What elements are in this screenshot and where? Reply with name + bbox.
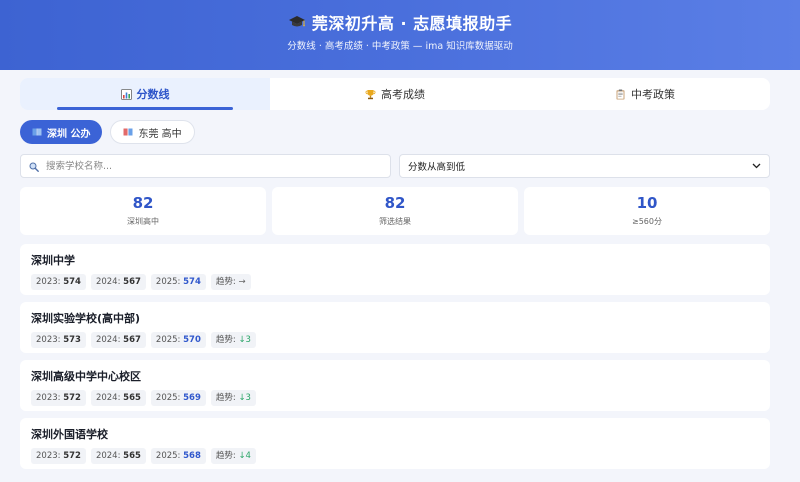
search-icon [29, 157, 39, 176]
score-chip-2025: 2025: 570 [150, 332, 206, 348]
stat-high-score-count: 10 ≥560分 [524, 187, 770, 235]
stat-label: 筛选结果 [379, 217, 411, 226]
tab-gaokao-results[interactable]: 高考成绩 [270, 78, 520, 110]
graduation-cap-icon [288, 15, 306, 29]
app-header: 莞深初升高 · 志愿填报助手 分数线 · 高考成绩 · 中考政策 — ima 知… [0, 0, 800, 70]
header-title-row: 莞深初升高 · 志愿填报助手 [0, 10, 800, 34]
school-card[interactable]: 深圳实验学校(高中部) 2023: 573 2024: 567 2025: 57… [20, 302, 770, 353]
score-chip-2025: 2025: 568 [150, 448, 206, 464]
tab-zhongkao-policy[interactable]: 中考政策 [520, 78, 770, 110]
school-name: 深圳中学 [31, 254, 75, 267]
score-chip-2024: 2024: 565 [90, 448, 146, 464]
sort-select[interactable]: 分数从高到低 [399, 154, 770, 178]
tab-score-lines[interactable]: 分数线 [20, 78, 270, 110]
bar-chart-icon [120, 88, 132, 100]
stat-label: ≥560分 [632, 217, 662, 226]
stat-total-schools: 82 深圳高中 [20, 187, 266, 235]
tab-zhongkao-policy-label: 中考政策 [631, 88, 675, 101]
app-subtitle: 分数线 · 高考成绩 · 中考政策 — ima 知识库数据驱动 [287, 41, 513, 52]
trend-chip: 趋势: ↓4 [210, 448, 256, 464]
app-title: 莞深初升高 · 志愿填报助手 [311, 14, 513, 33]
school-list: 深圳中学 2023: 574 2024: 567 2025: 574 趋势: →… [20, 244, 770, 469]
score-chips: 2023: 572 2024: 565 2025: 569 趋势: ↓3 [31, 390, 759, 406]
school-card[interactable]: 深圳中学 2023: 574 2024: 567 2025: 574 趋势: → [20, 244, 770, 295]
score-chip-2023: 2023: 572 [31, 390, 86, 406]
score-chip-2025: 2025: 574 [150, 274, 206, 290]
sort-select-value: 分数从高到低 [408, 162, 466, 173]
score-chips: 2023: 573 2024: 567 2025: 570 趋势: ↓3 [31, 332, 759, 348]
score-chips: 2023: 574 2024: 567 2025: 574 趋势: → [31, 274, 759, 290]
school-name: 深圳外国语学校 [31, 428, 108, 441]
score-chips: 2023: 572 2024: 565 2025: 568 趋势: ↓4 [31, 448, 759, 464]
trophy-icon [365, 89, 376, 100]
city-filter: 深圳 公办 东莞 高中 [20, 120, 770, 144]
city-pill-shenzhen[interactable]: 深圳 公办 [20, 120, 103, 144]
city-pill-dongguan-label: 东莞 高中 [138, 128, 182, 140]
search-box [20, 154, 391, 178]
score-chip-2023: 2023: 574 [31, 274, 86, 290]
city-pill-dongguan[interactable]: 东莞 高中 [110, 120, 195, 144]
stat-value: 82 [384, 194, 406, 212]
city-pill-shenzhen-label: 深圳 公办 [47, 128, 91, 140]
tab-bar: 分数线 高考成绩 中考政策 [20, 78, 770, 110]
trend-chip: 趋势: → [210, 274, 251, 290]
score-chip-2023: 2023: 572 [31, 448, 86, 464]
stat-value: 82 [132, 194, 154, 212]
tab-score-lines-label: 分数线 [136, 88, 170, 101]
search-input[interactable] [44, 159, 364, 173]
stats-row: 82 深圳高中 82 筛选结果 10 ≥560分 [20, 187, 770, 235]
book-icon [123, 127, 133, 137]
score-chip-2025: 2025: 569 [150, 390, 206, 406]
chevron-down-icon [752, 161, 761, 172]
clipboard-icon [615, 89, 626, 100]
school-card[interactable]: 深圳外国语学校 2023: 572 2024: 565 2025: 568 趋势… [20, 418, 770, 469]
search-sort-row: 分数从高到低 [20, 154, 770, 178]
school-name: 深圳高级中学中心校区 [31, 370, 141, 383]
score-chip-2024: 2024: 565 [90, 390, 146, 406]
stat-value: 10 [636, 194, 658, 212]
school-name: 深圳实验学校(高中部) [31, 312, 141, 325]
trend-chip: 趋势: ↓3 [210, 332, 256, 348]
book-icon [32, 127, 42, 137]
school-card[interactable]: 深圳高级中学中心校区 2023: 572 2024: 565 2025: 569… [20, 360, 770, 411]
tab-gaokao-results-label: 高考成绩 [381, 88, 425, 101]
score-chip-2023: 2023: 573 [31, 332, 86, 348]
stat-label: 深圳高中 [127, 217, 159, 226]
score-chip-2024: 2024: 567 [90, 274, 146, 290]
trend-chip: 趋势: ↓3 [210, 390, 256, 406]
main-content: 分数线 高考成绩 中考政策 深圳 公办 东莞 高中 搜索学校名称... 分数从高… [20, 78, 770, 469]
stat-filtered-results: 82 筛选结果 [272, 187, 518, 235]
score-chip-2024: 2024: 567 [90, 332, 146, 348]
